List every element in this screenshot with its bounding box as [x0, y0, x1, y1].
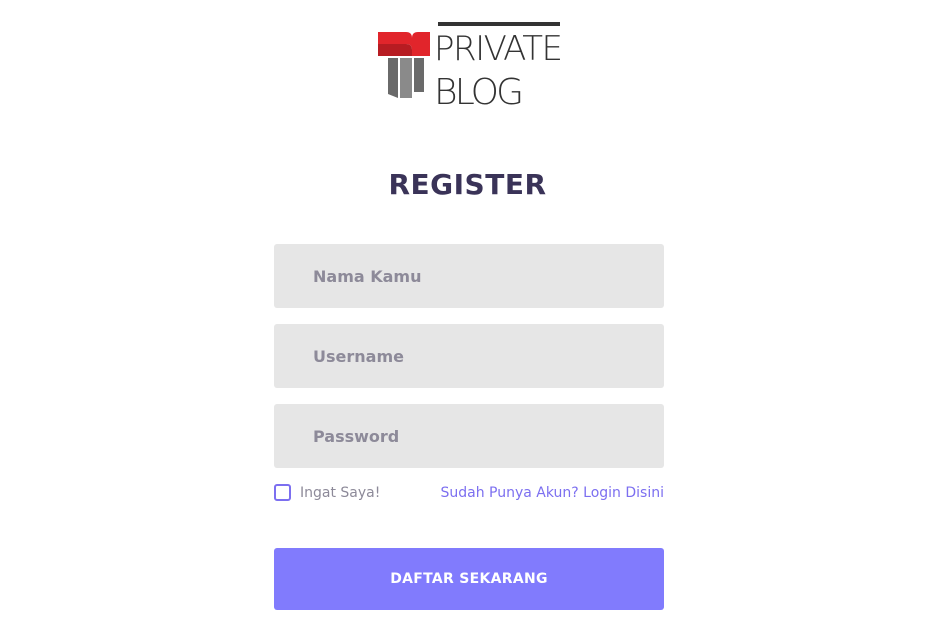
remember-label: Ingat Saya!	[300, 484, 381, 501]
book-t-icon: PRIVATE BLOG	[378, 22, 564, 113]
page-title: REGISTER	[388, 168, 547, 201]
username-field[interactable]	[274, 324, 664, 388]
brand-logo: PRIVATE BLOG	[378, 20, 570, 113]
name-field[interactable]	[274, 244, 664, 308]
logo-text-line2: BLOG	[434, 72, 526, 110]
remember-me[interactable]: Ingat Saya!	[274, 484, 380, 501]
register-form: Ingat Saya! Sudah Punya Akun? Login Disi…	[274, 244, 664, 610]
logo-text-line1: PRIVATE	[434, 29, 564, 69]
register-button[interactable]: DAFTAR SEKARANG	[274, 548, 664, 610]
form-options-row: Ingat Saya! Sudah Punya Akun? Login Disi…	[274, 484, 664, 504]
password-field[interactable]	[274, 404, 664, 468]
remember-checkbox[interactable]	[274, 484, 291, 501]
register-page: PRIVATE BLOG REGISTER Ingat Saya! Sudah …	[0, 0, 935, 631]
login-link[interactable]: Sudah Punya Akun? Login Disini	[440, 485, 664, 501]
